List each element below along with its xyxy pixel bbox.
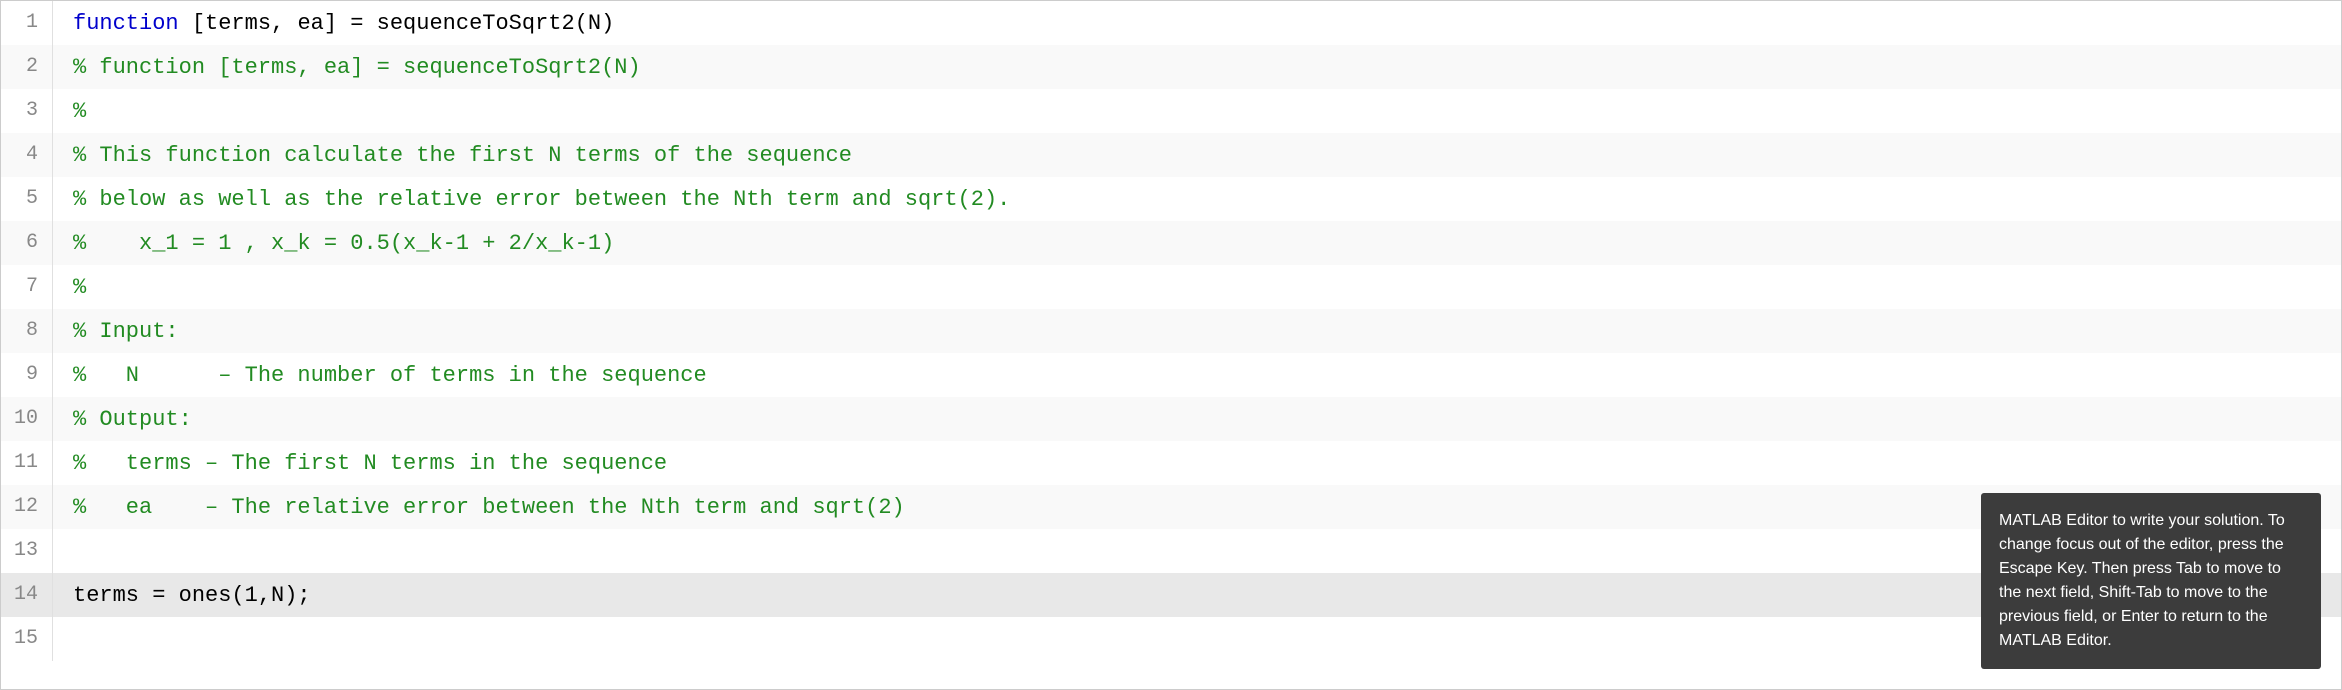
code-text: terms = ones(1,N); [73, 579, 311, 612]
comment-text: % [73, 95, 86, 128]
line-content: % [53, 95, 2341, 128]
comment-text: % This function calculate the first N te… [73, 139, 852, 172]
line-content: % below as well as the relative error be… [53, 183, 2341, 216]
line-number: 7 [1, 265, 53, 309]
code-line[interactable]: 3% [1, 89, 2341, 133]
code-line[interactable]: 2 % function [terms, ea] = sequenceToSqrt… [1, 45, 2341, 89]
line-number: 2 [1, 45, 53, 89]
code-line[interactable]: 1function [terms, ea] = sequenceToSqrt2(… [1, 1, 2341, 45]
code-line[interactable]: 8 % Input: [1, 309, 2341, 353]
code-line[interactable]: 10 % Output: [1, 397, 2341, 441]
comment-text: % Output: [73, 403, 192, 436]
comment-text: % terms – The first N terms in the seque… [73, 447, 667, 480]
line-number: 5 [1, 177, 53, 221]
line-content: % This function calculate the first N te… [53, 139, 2341, 172]
comment-text: % function [terms, ea] = sequenceToSqrt2… [73, 51, 641, 84]
comment-text: % ea – The relative error between the Nt… [73, 491, 905, 524]
tooltip-text: MATLAB Editor to write your solution. To… [1999, 512, 2285, 649]
line-number: 6 [1, 221, 53, 265]
line-content: % Input: [53, 315, 2341, 348]
line-number: 8 [1, 309, 53, 353]
line-number: 15 [1, 617, 53, 661]
line-number: 9 [1, 353, 53, 397]
line-number: 10 [1, 397, 53, 441]
code-text: [terms, ea] = sequenceToSqrt2(N) [179, 7, 615, 40]
line-number: 11 [1, 441, 53, 485]
comment-text: % below as well as the relative error be… [73, 183, 1010, 216]
code-line[interactable]: 4 % This function calculate the first N t… [1, 133, 2341, 177]
keyword-function: function [73, 7, 179, 40]
code-line[interactable]: 6 % x_1 = 1 , x_k = 0.5(x_k-1 + 2/x_k-1) [1, 221, 2341, 265]
line-content: % function [terms, ea] = sequenceToSqrt2… [53, 51, 2341, 84]
comment-text: % [73, 271, 86, 304]
code-line[interactable]: 9 % N – The number of terms in the sequen… [1, 353, 2341, 397]
line-content: % [53, 271, 2341, 304]
line-number: 3 [1, 89, 53, 133]
line-number: 14 [1, 573, 53, 617]
code-line[interactable]: 7% [1, 265, 2341, 309]
line-number: 12 [1, 485, 53, 529]
line-content: % x_1 = 1 , x_k = 0.5(x_k-1 + 2/x_k-1) [53, 227, 2341, 260]
line-content: function [terms, ea] = sequenceToSqrt2(N… [53, 7, 2341, 40]
line-content: % Output: [53, 403, 2341, 436]
comment-text: % x_1 = 1 , x_k = 0.5(x_k-1 + 2/x_k-1) [73, 227, 614, 260]
comment-text: % Input: [73, 315, 179, 348]
line-content: % terms – The first N terms in the seque… [53, 447, 2341, 480]
editor-container[interactable]: 1function [terms, ea] = sequenceToSqrt2(… [0, 0, 2342, 690]
line-content: % N – The number of terms in the sequenc… [53, 359, 2341, 392]
line-number: 4 [1, 133, 53, 177]
line-number: 13 [1, 529, 53, 573]
code-line[interactable]: 5 % below as well as the relative error b… [1, 177, 2341, 221]
line-number: 1 [1, 1, 53, 45]
tooltip-box: MATLAB Editor to write your solution. To… [1981, 493, 2321, 669]
code-line[interactable]: 11 % terms – The first N terms in the seq… [1, 441, 2341, 485]
comment-text: % N – The number of terms in the sequenc… [73, 359, 707, 392]
